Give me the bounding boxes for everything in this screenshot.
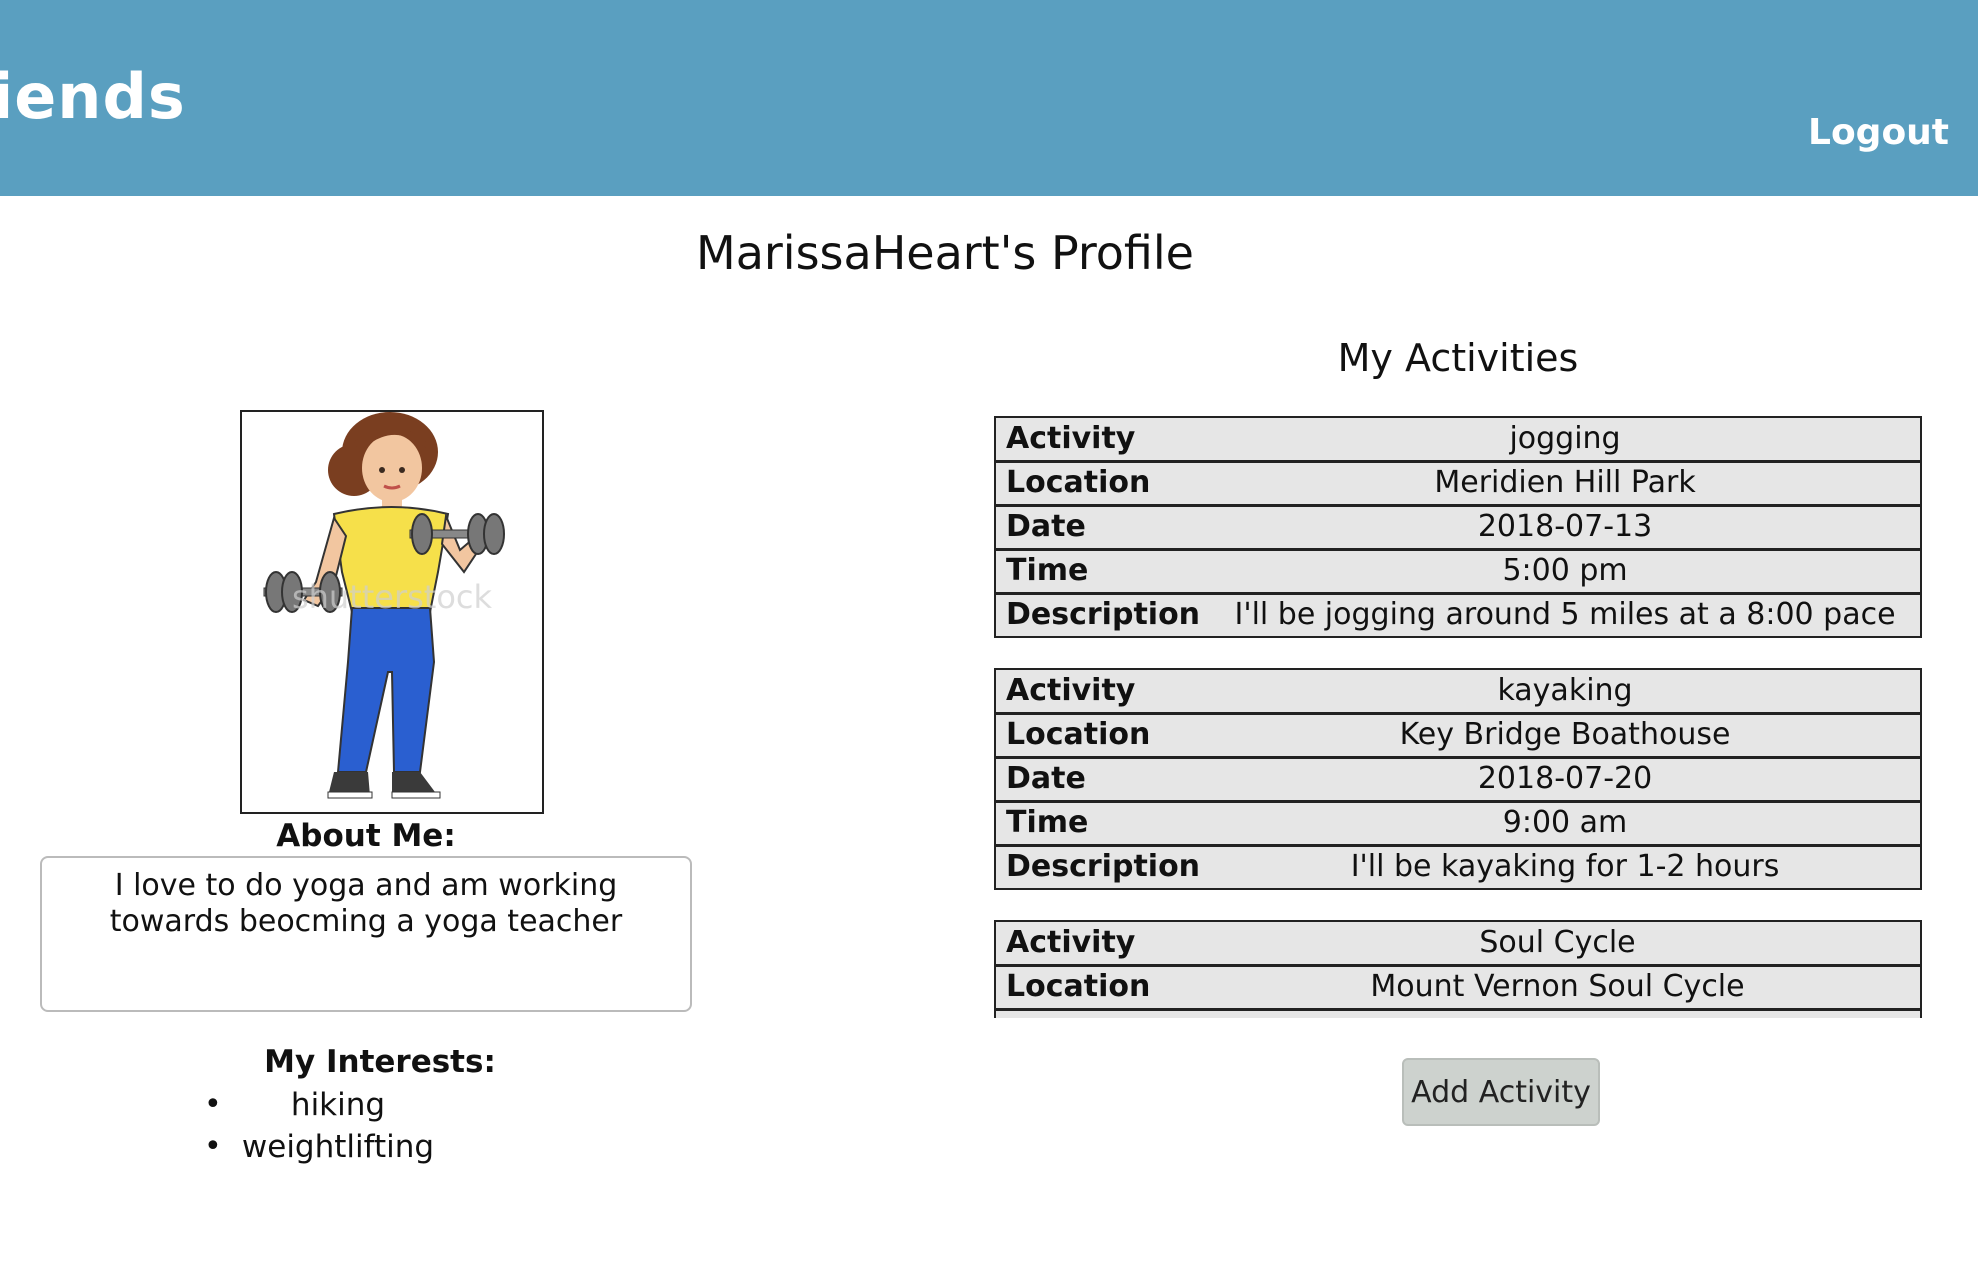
list-item: weightlifting — [204, 1126, 468, 1168]
date-label: Date — [995, 1009, 1195, 1018]
activity-value: jogging — [1210, 417, 1921, 463]
profile-avatar: shutterstock — [240, 410, 544, 814]
description-label: Description — [1006, 849, 1201, 885]
table-row: Date 2018-07-13 — [995, 505, 1921, 551]
interests-label: My Interests: — [264, 1044, 496, 1080]
description-value: I'll be kayaking for 1-2 hours — [1350, 849, 1780, 885]
location-label: Location — [995, 461, 1211, 507]
table-row: Activity kayaking — [995, 669, 1921, 715]
date-value — [1195, 1009, 1921, 1018]
about-me-box: I love to do yoga and am working towards… — [40, 856, 692, 1012]
description-label: Description — [1006, 597, 1201, 633]
woman-dumbbell-illustration: shutterstock — [263, 412, 505, 799]
date-value: 2018-07-20 — [1210, 757, 1921, 803]
table-row: Description I'll be jogging around 5 mile… — [995, 593, 1921, 637]
activity-label: Activity — [995, 669, 1211, 715]
about-label: About Me: — [276, 818, 456, 854]
activity-label: Activity — [995, 921, 1195, 967]
activity-card: Activity kayaking Location Key Bridge Boat… — [994, 668, 1922, 890]
activity-label: Activity — [995, 417, 1211, 463]
time-label: Time — [995, 549, 1211, 595]
description-value: I'll be jogging around 5 miles at a 8:00… — [1234, 597, 1896, 633]
top-nav: Logout M — [1808, 112, 1978, 153]
location-value: Meridien Hill Park — [1210, 461, 1921, 507]
interests-list: hiking weightlifting — [204, 1084, 608, 1168]
add-activity-button[interactable]: Add Activity — [1402, 1058, 1600, 1126]
table-row: Location Meridien Hill Park — [995, 461, 1921, 507]
activity-card: Activity Soul Cycle Location Mount Vernon … — [994, 920, 1922, 1018]
page-title: MarissaHeart's Profile — [696, 226, 1194, 280]
activity-value: kayaking — [1210, 669, 1921, 715]
time-value: 9:00 am — [1210, 801, 1921, 847]
table-row: Date — [995, 1009, 1921, 1018]
date-label: Date — [995, 757, 1211, 803]
table-row: Location Key Bridge Boathouse — [995, 713, 1921, 759]
location-label: Location — [995, 713, 1211, 759]
date-value: 2018-07-13 — [1210, 505, 1921, 551]
table-row: Activity Soul Cycle — [995, 921, 1921, 967]
top-header: iends Logout M — [0, 0, 1978, 196]
activity-value: Soul Cycle — [1195, 921, 1921, 967]
list-item: hiking — [204, 1084, 468, 1126]
table-row: Description I'll be kayaking for 1-2 hour… — [995, 845, 1921, 889]
location-value: Mount Vernon Soul Cycle — [1195, 965, 1921, 1011]
table-row: Date 2018-07-20 — [995, 757, 1921, 803]
brand-logo[interactable]: iends — [0, 60, 186, 133]
table-row: Time 9:00 am — [995, 801, 1921, 847]
logout-link[interactable]: Logout — [1808, 112, 1949, 153]
activities-title: My Activities — [1337, 336, 1579, 380]
time-label: Time — [995, 801, 1211, 847]
location-label: Location — [995, 965, 1195, 1011]
table-row: Time 5:00 pm — [995, 549, 1921, 595]
location-value: Key Bridge Boathouse — [1210, 713, 1921, 759]
table-row: Location Mount Vernon Soul Cycle — [995, 965, 1921, 1011]
time-value: 5:00 pm — [1210, 549, 1921, 595]
table-row: Activity jogging — [995, 417, 1921, 463]
date-label: Date — [995, 505, 1211, 551]
activities-list: Activity jogging Location Meridien Hill Pa… — [994, 416, 1922, 1018]
watermark-text: shutterstock — [292, 578, 493, 616]
activity-card: Activity jogging Location Meridien Hill Pa… — [994, 416, 1922, 638]
